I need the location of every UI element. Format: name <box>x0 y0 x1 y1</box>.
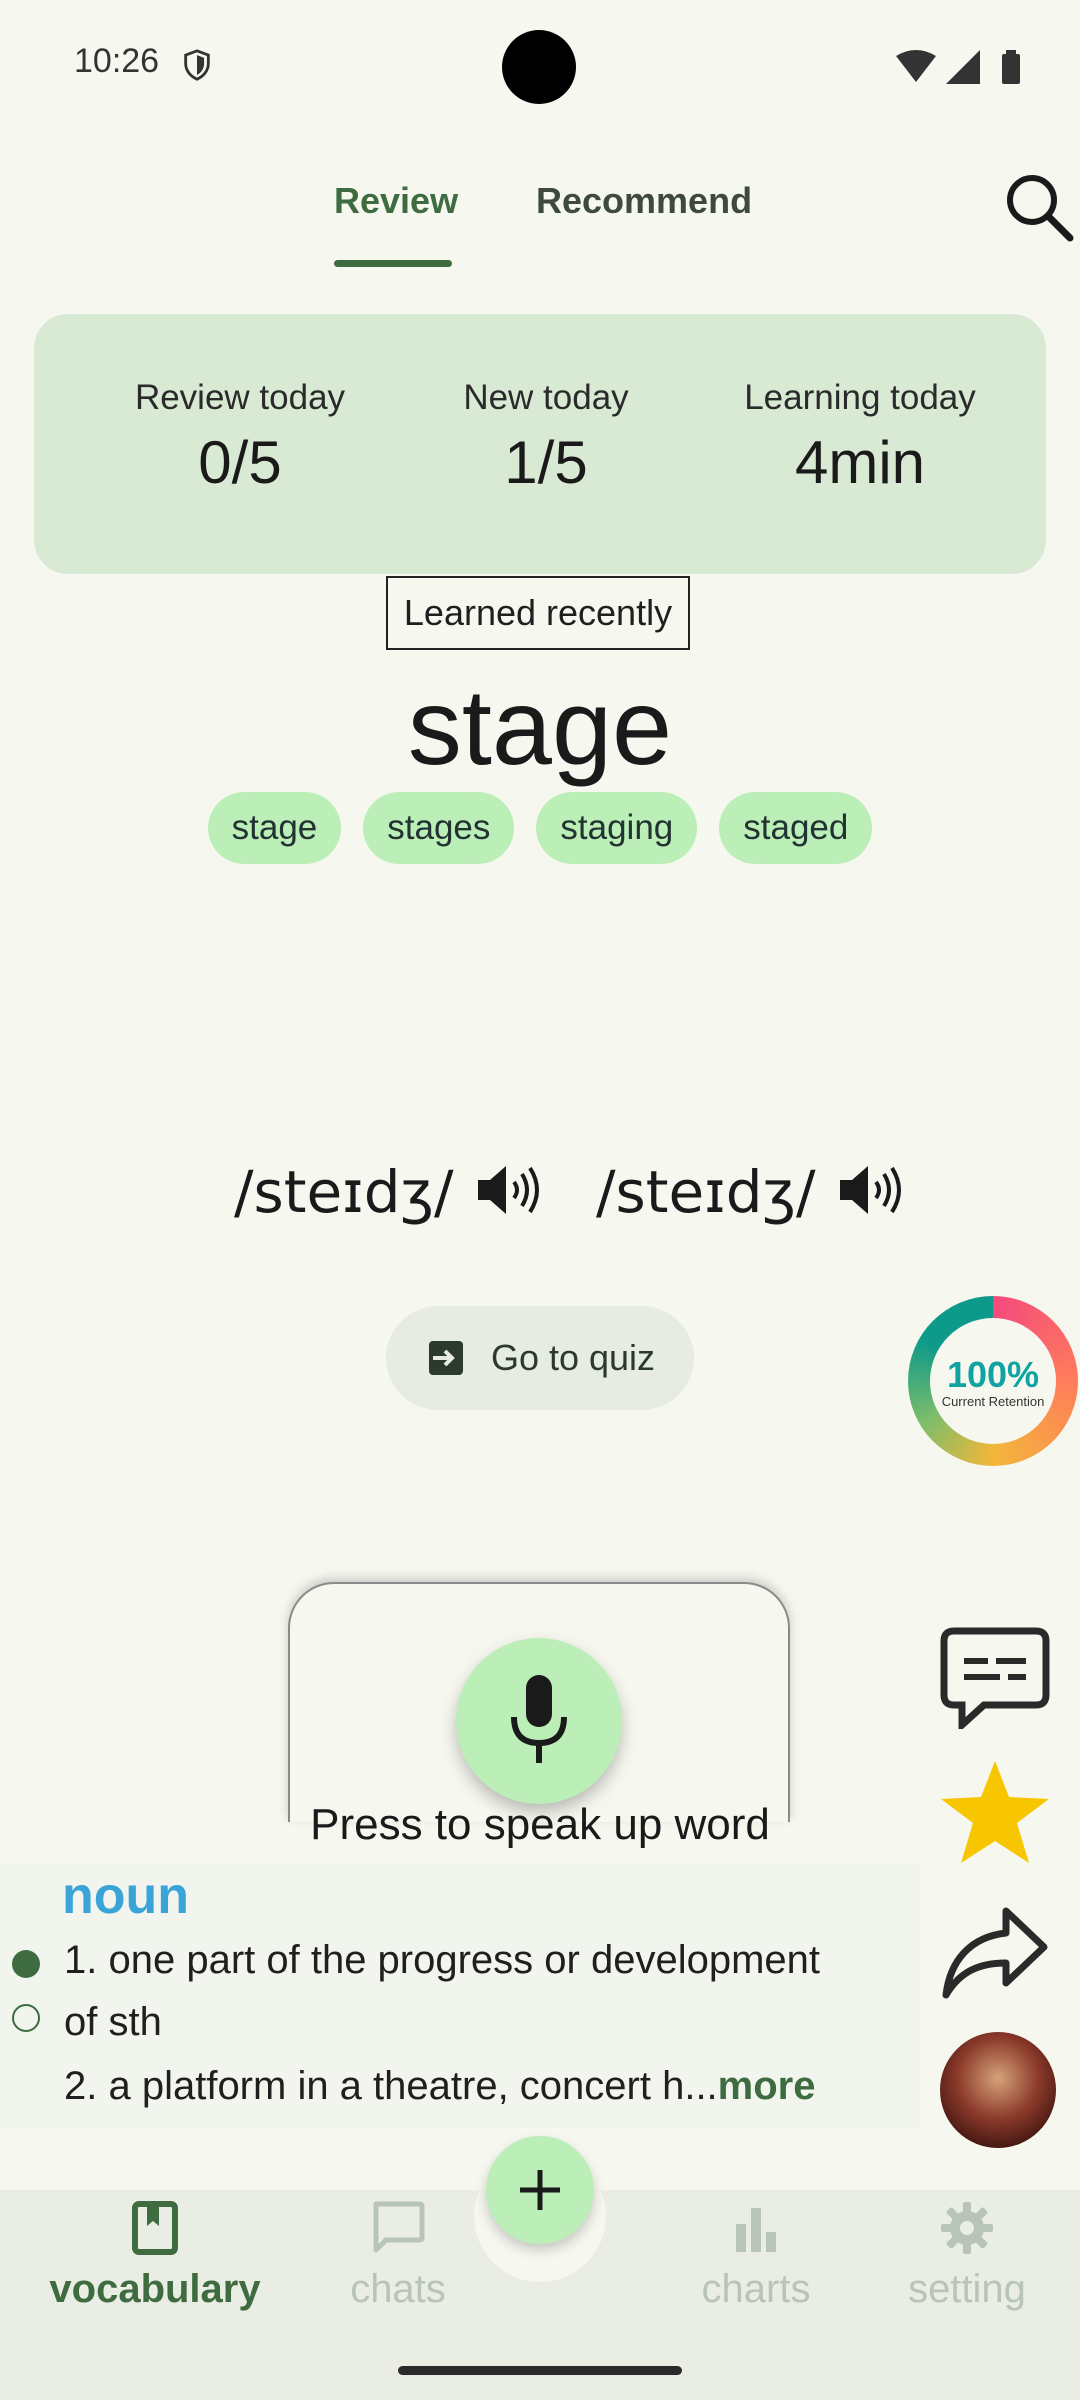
definition-line: 2. a platform in a theatre, concert h... <box>64 2064 718 2108</box>
stat-value: 1/5 <box>504 429 588 496</box>
definition-line-with-more: 2. a platform in a theatre, concert h...… <box>64 2064 815 2109</box>
status-time: 10:26 <box>74 42 160 80</box>
page-dot-active <box>12 1950 40 1978</box>
nav-setting[interactable]: setting <box>884 2200 1050 2312</box>
microphone-button[interactable] <box>456 1638 622 1804</box>
pronunciation-uk: /steɪdʒ/ <box>234 1158 454 1226</box>
nav-label: chats <box>350 2267 446 2311</box>
shield-icon <box>184 49 210 81</box>
microphone-icon <box>511 1675 567 1763</box>
go-to-quiz-label: Go to quiz <box>490 1337 656 1378</box>
stat-label: New today <box>463 378 629 417</box>
nav-label: setting <box>908 2267 1026 2311</box>
plus-icon <box>520 2170 560 2210</box>
message-icon <box>940 1627 1050 1729</box>
share-button[interactable] <box>938 1896 1052 2010</box>
speaker-icon[interactable] <box>836 1160 906 1220</box>
front-camera <box>502 30 576 104</box>
word-forms: stage stages staging staged <box>0 792 1080 864</box>
stat-learning-today: Learning today 4min <box>710 378 1010 497</box>
nav-vocabulary[interactable]: vocabulary <box>40 2200 270 2312</box>
stat-new-today: New today 1/5 <box>396 378 696 497</box>
home-indicator[interactable] <box>398 2366 682 2375</box>
speak-label: Press to speak up word <box>310 1800 770 1849</box>
page-dot <box>12 2004 40 2032</box>
definition-line: of sth <box>64 2000 162 2044</box>
share-arrow-icon <box>942 1907 1048 1999</box>
definition-line: 1. one part of the progress or developme… <box>64 1938 821 1982</box>
battery-icon <box>1002 54 1020 84</box>
login-arrow-icon <box>428 1341 463 1375</box>
learned-recently-badge: Learned recently <box>386 576 690 650</box>
star-icon <box>941 1761 1049 1863</box>
stat-label: Learning today <box>744 378 976 417</box>
daily-stats-card: Review today 0/5 New today 1/5 Learning … <box>34 314 1046 574</box>
word-form-chip[interactable]: staging <box>536 792 698 864</box>
tab-recommend[interactable]: Recommend <box>536 180 752 222</box>
word-form-chip[interactable]: stages <box>363 792 515 864</box>
wifi-icon <box>896 50 936 82</box>
signal-icon <box>946 50 980 84</box>
nav-label: charts <box>701 2267 811 2311</box>
more-link[interactable]: more <box>718 2064 816 2108</box>
nav-charts[interactable]: charts <box>676 2200 836 2312</box>
retention-ring[interactable]: 100% Current Retention <box>908 1296 1078 1466</box>
stat-value: 0/5 <box>198 429 282 496</box>
stat-label: Review today <box>134 378 346 417</box>
nav-label: vocabulary <box>49 2267 261 2311</box>
favorite-button[interactable] <box>938 1756 1052 1870</box>
active-tab-indicator <box>334 260 452 267</box>
add-word-button[interactable] <box>486 2136 594 2244</box>
bar-chart-icon <box>736 2208 776 2252</box>
headword: stage <box>407 666 673 787</box>
gear-icon <box>941 2202 993 2254</box>
retention-value: 100% <box>946 1353 1040 1395</box>
stat-value: 4min <box>794 429 926 496</box>
subtitles-button[interactable] <box>938 1620 1052 1734</box>
chat-bubble-icon <box>373 2201 425 2253</box>
retention-label: Current Retention <box>941 1393 1045 1409</box>
search-icon[interactable] <box>1000 168 1076 244</box>
word-form-chip[interactable]: staged <box>719 792 873 864</box>
bookmark-book-icon <box>132 2201 178 2255</box>
part-of-speech: noun <box>62 1867 190 1925</box>
word-image-thumbnail[interactable] <box>940 2032 1056 2148</box>
nav-chats[interactable]: chats <box>316 2200 480 2312</box>
system-status-icons <box>890 48 1040 93</box>
pronunciation-us: /steɪdʒ/ <box>596 1158 816 1226</box>
speaker-icon[interactable] <box>474 1160 544 1220</box>
tab-review[interactable]: Review <box>334 180 458 222</box>
go-to-quiz-button[interactable]: Go to quiz <box>386 1306 694 1410</box>
word-form-chip[interactable]: stage <box>207 792 342 864</box>
stat-review-today: Review today 0/5 <box>90 378 390 497</box>
